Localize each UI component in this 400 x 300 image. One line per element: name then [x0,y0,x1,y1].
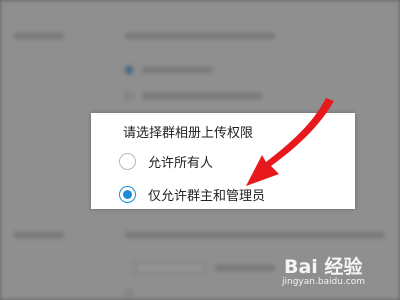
watermark-url: jingyan.baidu.com [282,277,366,287]
radio-unchecked-icon[interactable] [119,152,136,170]
popup-title: 请选择群相册上传权限 [123,126,254,141]
option-label: 仅允许群主和管理员 [148,188,266,204]
radio-checked-icon[interactable] [119,185,136,203]
option-label: 允许所有人 [148,155,214,171]
option-owner-and-admins-only[interactable]: 仅允许群主和管理员 [119,184,265,204]
upload-permission-popup: 请选择群相册上传权限 允许所有人 仅允许群主和管理员 [91,113,355,209]
watermark-brand: Bai 经验 [284,256,363,278]
option-allow-everyone[interactable]: 允许所有人 [119,151,213,171]
baidu-jingyan-watermark: Bai 经验 jingyan.baidu.com [280,252,396,296]
